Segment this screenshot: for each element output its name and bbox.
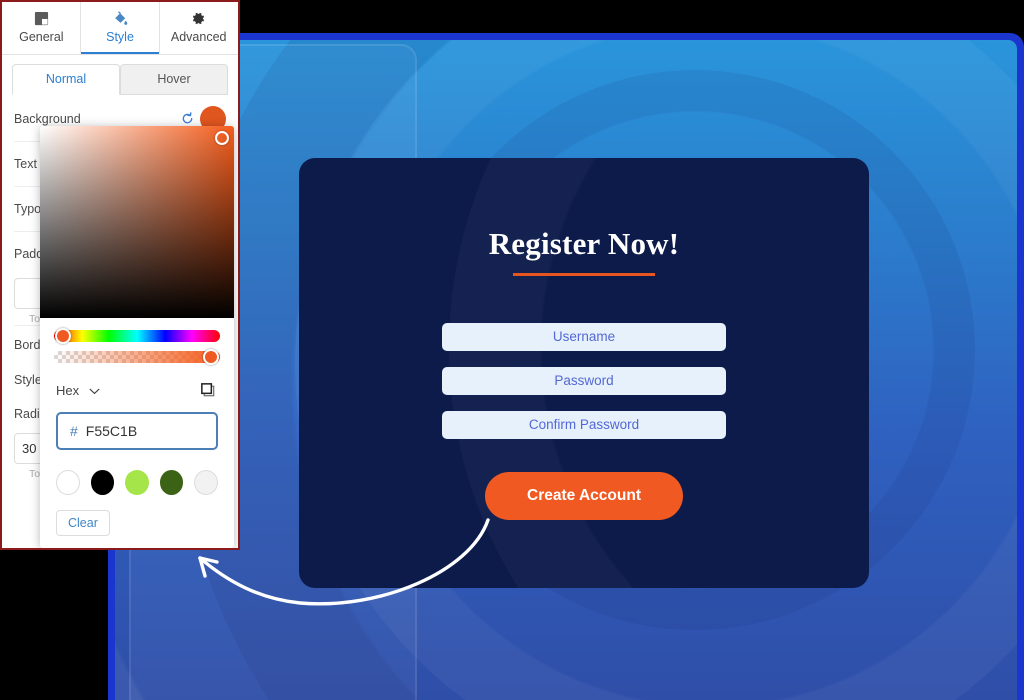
- alpha-slider-handle[interactable]: [203, 349, 219, 365]
- tab-general[interactable]: General: [2, 2, 81, 54]
- color-format-select[interactable]: Hex: [56, 383, 100, 398]
- hex-input-box[interactable]: #: [56, 412, 218, 450]
- clear-button[interactable]: Clear: [56, 510, 110, 536]
- hue-slider[interactable]: [54, 328, 220, 344]
- hue-slider-handle[interactable]: [55, 328, 71, 344]
- preset-swatch-white[interactable]: [56, 470, 80, 495]
- picker-sliders: [40, 318, 234, 365]
- tab-normal[interactable]: Normal: [12, 64, 120, 95]
- color-picker-popover: Hex # F55C1B Clear: [40, 126, 234, 548]
- hex-value-input[interactable]: [85, 423, 204, 439]
- clear-row: Clear: [40, 495, 234, 536]
- reset-icon[interactable]: [181, 112, 194, 125]
- preset-swatch-off-white[interactable]: [194, 470, 218, 495]
- saturation-value-area[interactable]: [40, 126, 234, 318]
- page-title: Register Now!: [488, 226, 680, 261]
- preset-swatch-row: [40, 450, 234, 495]
- create-account-button[interactable]: Create Account: [485, 471, 683, 520]
- alpha-slider[interactable]: [54, 349, 220, 365]
- preset-swatch-dark-green[interactable]: [159, 470, 184, 495]
- username-input[interactable]: [442, 322, 726, 351]
- color-format-label: Hex: [56, 383, 80, 398]
- picker-format-row: Hex: [40, 363, 234, 400]
- chevron-down-icon: [89, 383, 100, 398]
- gear-icon: [191, 10, 206, 27]
- register-card-body: Register Now! Create Account: [299, 158, 869, 520]
- tab-advanced[interactable]: Advanced: [159, 2, 238, 54]
- copy-icon[interactable]: [199, 381, 218, 400]
- confirm-password-input[interactable]: [442, 410, 726, 439]
- hash-symbol: #: [70, 423, 78, 439]
- tab-general-label: General: [19, 30, 64, 44]
- tab-advanced-label: Advanced: [170, 30, 227, 44]
- paint-bucket-icon: [112, 10, 129, 27]
- register-form-fields: [299, 322, 869, 439]
- screenshot-stage: Register Now! Create Account: [0, 0, 1024, 700]
- editor-main-tabs: General Style Advanced: [2, 2, 238, 55]
- password-input[interactable]: [442, 366, 726, 395]
- property-label-text: Text: [14, 157, 37, 171]
- title-underline-rule: [513, 273, 655, 276]
- save-icon: [34, 10, 49, 27]
- property-label-style: Style: [14, 373, 42, 387]
- style-editor-panel: General Style Advanced Normal Hover Back…: [0, 0, 240, 550]
- tab-hover[interactable]: Hover: [120, 64, 228, 95]
- tab-style[interactable]: Style: [80, 2, 160, 54]
- property-label-background: Background: [14, 111, 81, 126]
- preset-swatch-light-green[interactable]: [125, 470, 149, 495]
- tab-style-label: Style: [106, 30, 134, 44]
- preset-swatch-black[interactable]: [90, 470, 115, 495]
- hex-input-container: #: [40, 400, 234, 450]
- saturation-handle[interactable]: [215, 131, 229, 145]
- editor-state-tabs: Normal Hover: [2, 55, 238, 95]
